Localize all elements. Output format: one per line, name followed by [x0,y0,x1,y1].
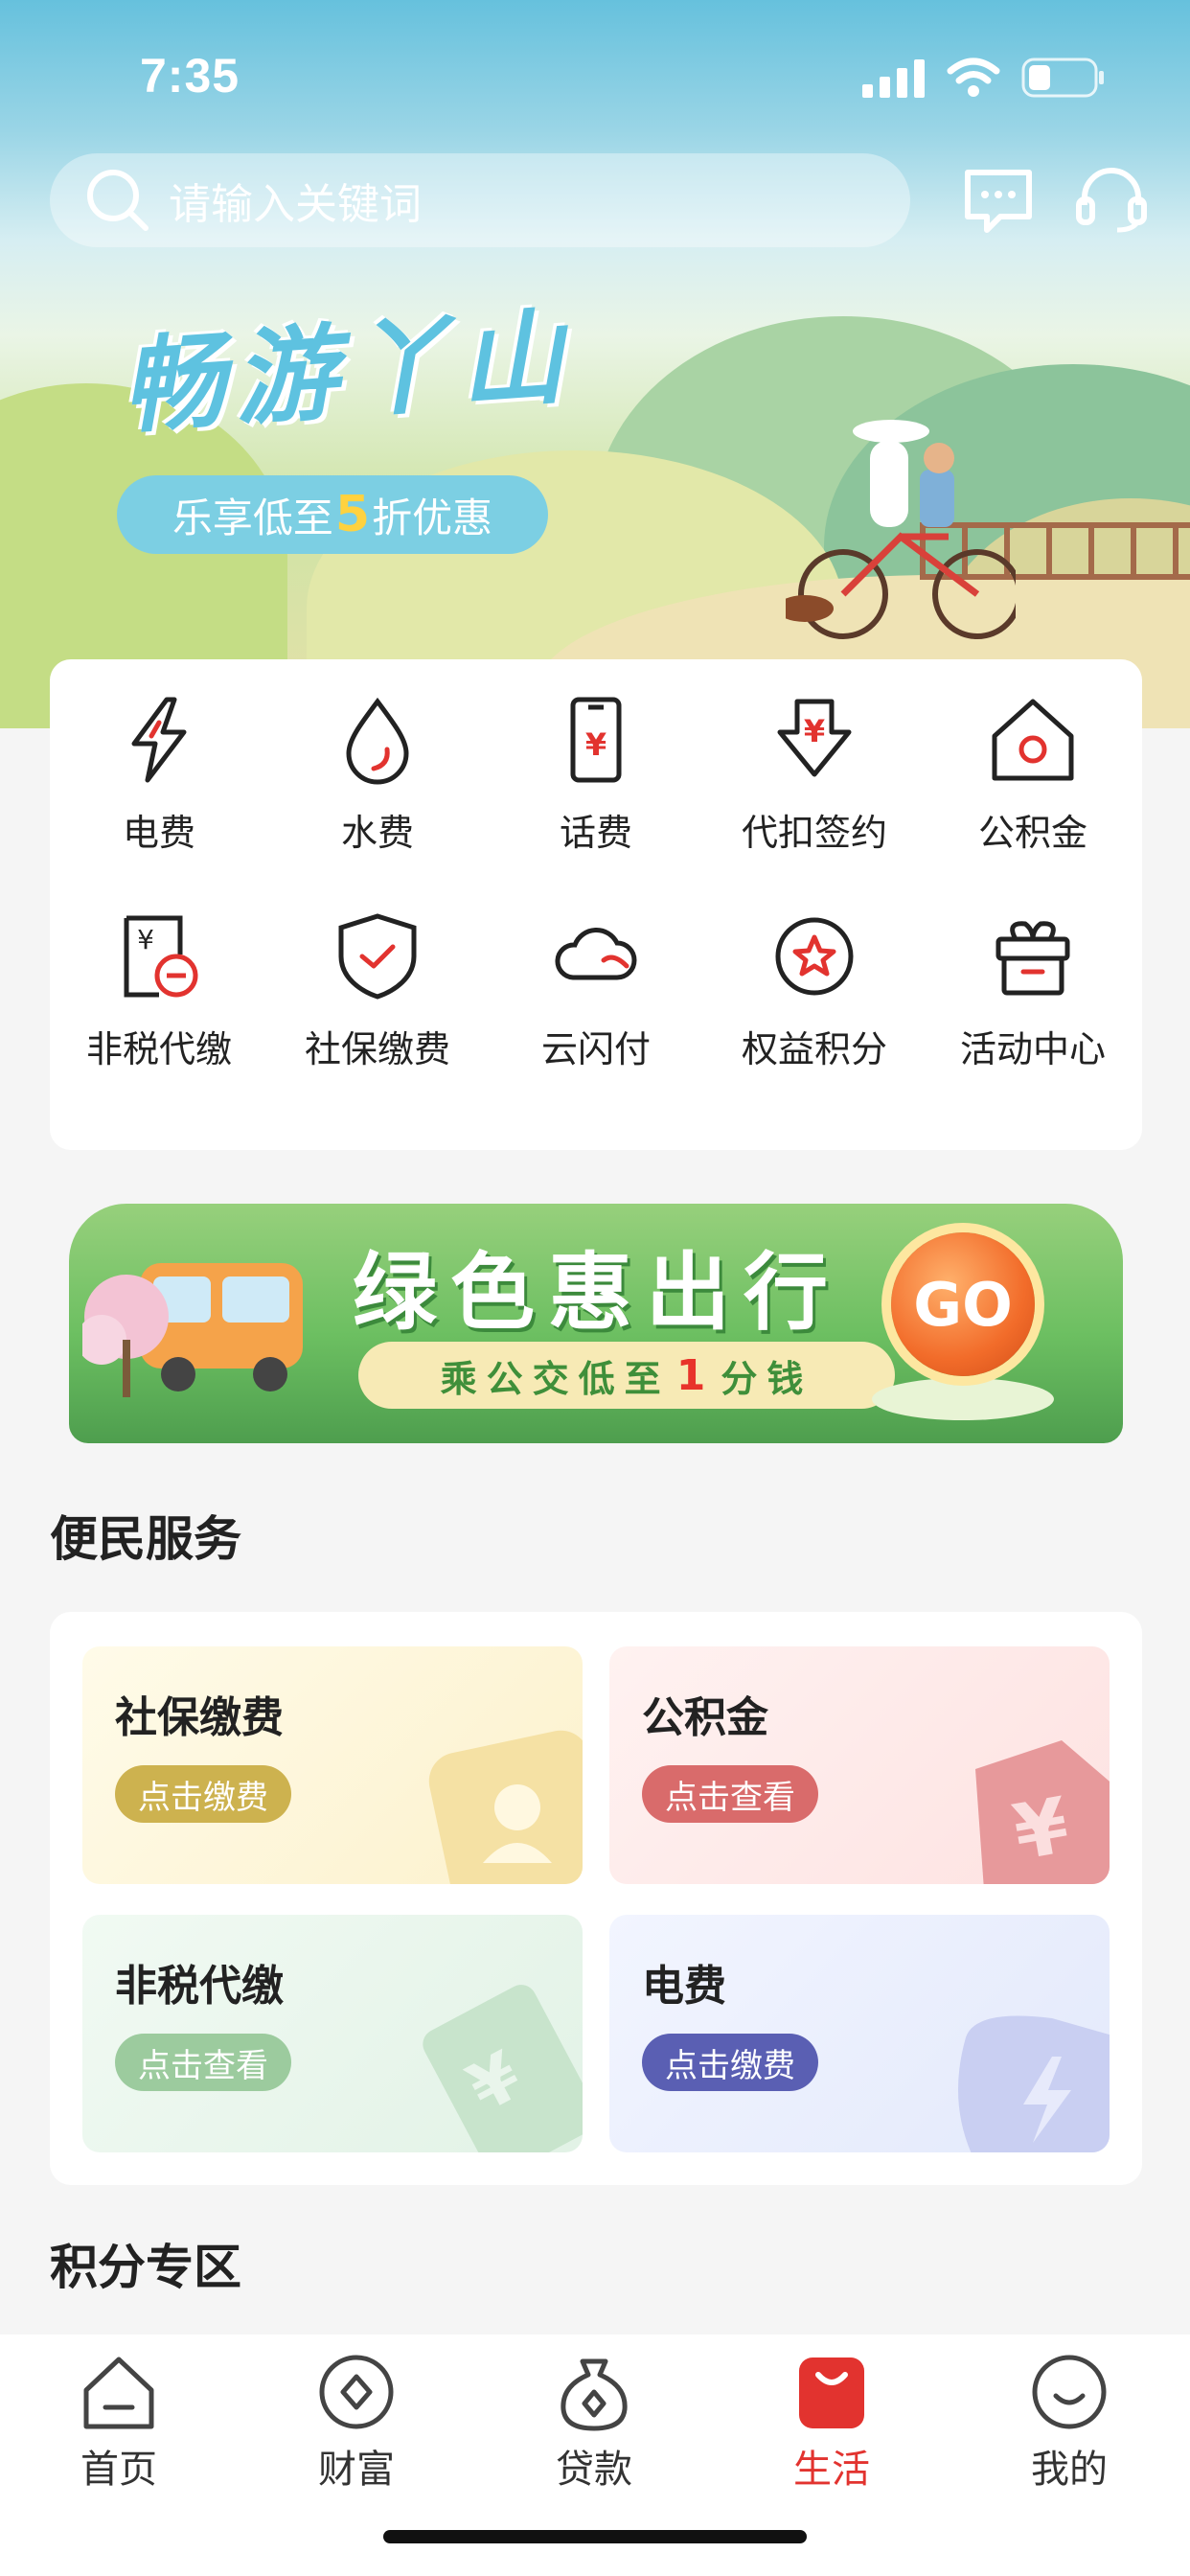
tile-button[interactable]: 点击缴费 [115,1765,291,1823]
tile-electricity[interactable]: 电费 点击缴费 [609,1915,1110,2152]
home-icon [83,2357,154,2429]
tab-label: 首页 [80,2448,157,2492]
tab-label: 贷款 [556,2448,632,2492]
profile-smile-icon [1032,2355,1107,2429]
tab-life[interactable]: 生活 [755,2352,908,2494]
lightning-shield-icon [958,2015,1110,2152]
hero-banner[interactable]: 7:35 请输入关键词 畅游丫山 乐享低至 5 折优惠 [0,0,1190,728]
green-travel-banner[interactable]: 绿色惠出行 乘公交低至 1 分钱 GO [50,1190,1142,1459]
battery-icon [1021,58,1104,98]
lightning-icon [131,697,187,783]
arrow-yen-icon: ¥ [777,699,852,777]
tile-title: 非税代缴 [115,1962,284,2011]
wealth-icon [319,2355,394,2429]
customer-service-icon[interactable] [1075,167,1148,234]
search-placeholder: 请输入关键词 [169,180,422,229]
house-icon [992,699,1074,781]
tab-home[interactable]: 首页 [42,2352,195,2494]
grid-item-label: 水费 [340,812,414,854]
grid-item-label: 社保缴费 [304,1028,450,1070]
hero-pill-suffix: 折优惠 [372,494,493,541]
tile-housing-fund[interactable]: 公积金 点击查看 ¥ [609,1646,1110,1884]
grid-item-label: 代扣签约 [741,812,887,854]
grid-item-housing-fund[interactable]: 公积金 [924,694,1142,872]
promo-pill-suffix: 分钱 [721,1357,813,1400]
svg-text:¥: ¥ [585,726,606,763]
house-yen-icon: ¥ [975,1740,1110,1884]
convenience-services-card: 社保缴费 点击缴费 公积金 点击查看 ¥ 非税代缴 点击查看 ¥ 电费 点击缴费 [50,1612,1142,2185]
tile-title: 电费 [642,1962,726,2011]
go-button[interactable]: GO [891,1232,1035,1376]
tab-loan[interactable]: 贷款 [517,2352,671,2494]
grid-item-phone-bill[interactable]: ¥ 话费 [487,694,705,872]
loan-bag-icon [561,2358,628,2431]
grid-item-label: 云闪付 [540,1028,651,1070]
tile-button[interactable]: 点击缴费 [642,2034,818,2091]
grid-item-label: 活动中心 [959,1028,1106,1070]
cloud-pay-icon [555,928,637,980]
status-bar: 7:35 [0,0,1190,153]
yen-doc-icon: ¥ [423,1985,583,2152]
grid-item-label: 话费 [559,812,632,854]
tax-doc-icon: ¥ [124,915,198,998]
services-grid-card: 电费 水费 ¥ 话费 ¥ 代扣签约 公积金 ¥ 非税代缴 社保缴费 云闪付 权益… [50,659,1142,1150]
status-time: 7:35 [140,49,240,103]
grid-item-activity-center[interactable]: 活动中心 [924,910,1142,1089]
grid-item-points[interactable]: 权益积分 [705,910,924,1089]
wifi-icon [947,58,1000,97]
grid-item-cloud-pay[interactable]: 云闪付 [487,910,705,1089]
grid-item-label: 权益积分 [741,1028,887,1070]
tile-button[interactable]: 点击查看 [642,1765,818,1823]
grid-item-social-security[interactable]: 社保缴费 [268,910,487,1089]
promo-pill-text: 乘公交低至 [440,1357,671,1400]
promo-title: 绿色惠出行 [353,1243,842,1342]
search-input[interactable]: 请输入关键词 [50,153,910,247]
section-title-points: 积分专区 [50,2240,241,2295]
message-icon[interactable] [962,167,1035,234]
hero-title: 畅游丫山 [117,297,577,448]
grid-item-label: 电费 [122,812,195,854]
hero-discount-pill: 乐享低至 5 折优惠 [117,475,548,554]
promo-pill: 乘公交低至 1 分钱 [358,1342,895,1409]
grid-item-electricity[interactable]: 电费 [50,694,268,872]
tile-social-security[interactable]: 社保缴费 点击缴费 [82,1646,583,1884]
home-indicator[interactable] [383,2530,807,2543]
hero-pill-text: 乐享低至 [172,494,333,541]
signal-icon [862,59,925,98]
tab-mine[interactable]: 我的 [993,2352,1146,2494]
tile-non-tax[interactable]: 非税代缴 点击查看 ¥ [82,1915,583,2152]
shopping-bag-icon [799,2358,864,2428]
tab-label: 生活 [793,2448,870,2492]
svg-text:¥: ¥ [804,713,825,749]
tile-title: 社保缴费 [115,1693,284,1742]
promo-pill-number: 1 [675,1350,716,1400]
tab-wealth[interactable]: 财富 [280,2352,433,2494]
shield-check-icon [338,913,417,1000]
grid-item-non-tax[interactable]: ¥ 非税代缴 [50,910,268,1089]
star-badge-icon [775,917,854,996]
grid-item-label: 非税代缴 [85,1028,232,1070]
bus-illustration [82,1263,303,1397]
grid-item-label: 公积金 [977,812,1087,854]
cyclists-illustration [786,420,1016,639]
svg-text:¥: ¥ [137,924,154,955]
water-drop-icon [346,697,409,785]
tab-label: 我的 [1031,2448,1108,2492]
person-card-icon [428,1730,583,1884]
tab-label: 财富 [318,2448,395,2492]
grid-item-water[interactable]: 水费 [268,694,487,872]
gift-box-icon [995,921,1070,996]
grid-item-auto-debit[interactable]: ¥ 代扣签约 [705,694,924,872]
phone-yen-icon: ¥ [570,697,622,783]
section-title-convenience: 便民服务 [50,1511,241,1567]
tile-title: 公积金 [642,1693,768,1742]
hero-pill-number: 5 [334,486,371,543]
search-icon [87,170,149,231]
tile-button[interactable]: 点击查看 [115,2034,291,2091]
